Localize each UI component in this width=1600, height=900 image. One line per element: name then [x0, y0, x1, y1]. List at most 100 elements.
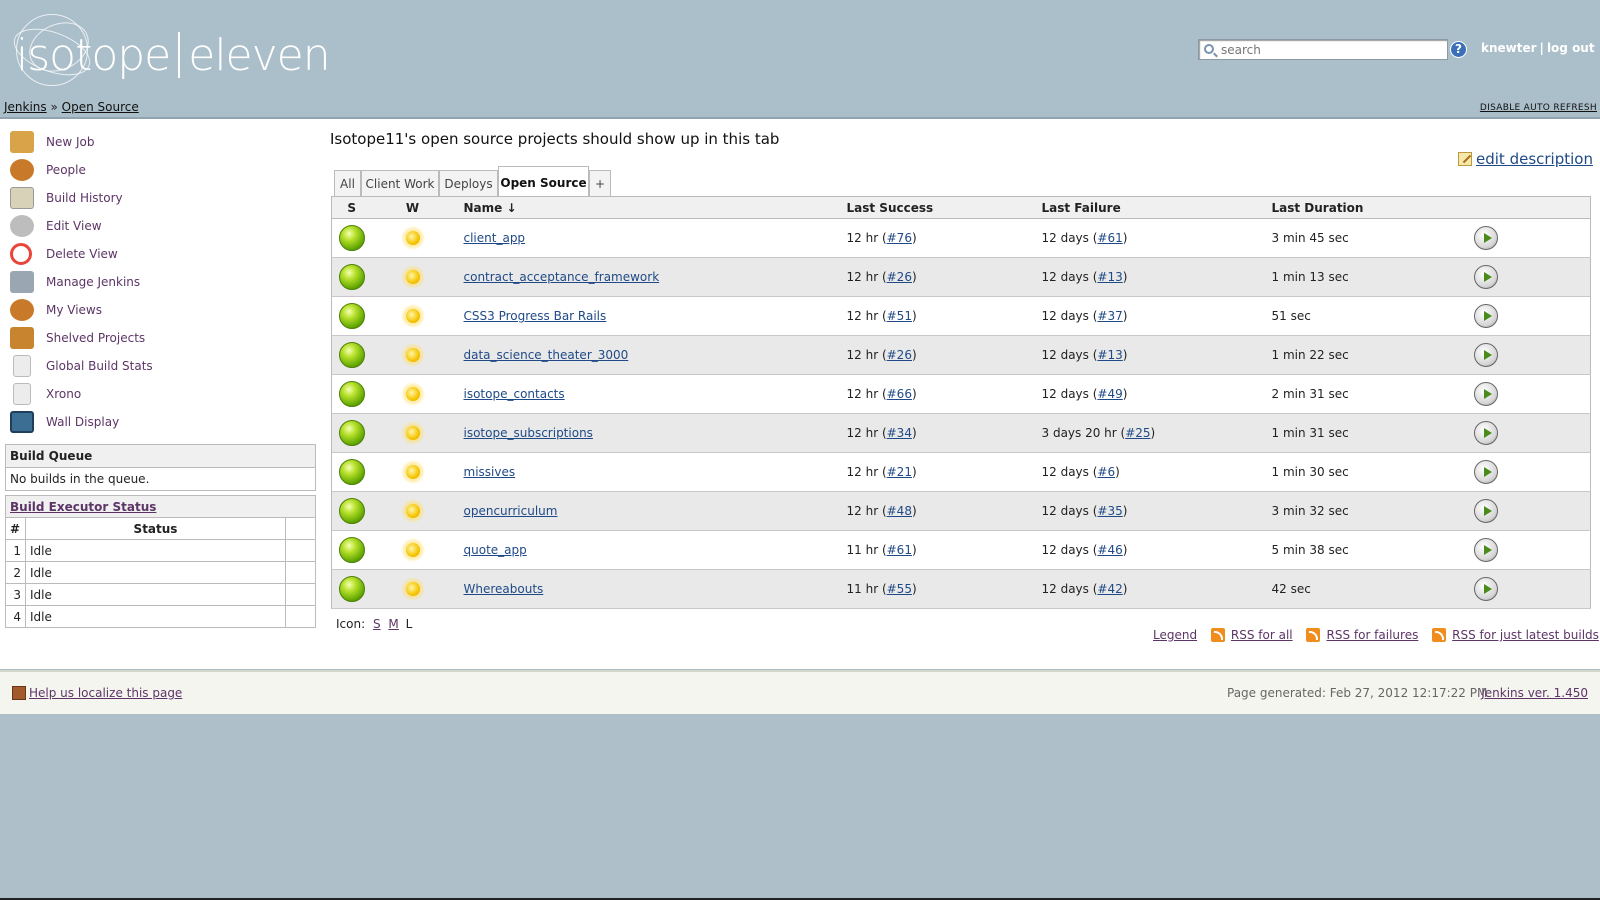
success-build-link[interactable]: #55: [887, 582, 912, 596]
task-label[interactable]: New Job: [46, 135, 95, 149]
tab-client-work[interactable]: Client Work: [361, 170, 439, 197]
success-build-link[interactable]: #21: [887, 465, 912, 479]
schedule-build-icon[interactable]: [1473, 343, 1498, 367]
task-edit-view[interactable]: Edit View: [10, 213, 310, 241]
schedule-build-icon[interactable]: [1473, 460, 1498, 484]
breadcrumb-open-source[interactable]: Open Source: [62, 100, 139, 114]
task-wall-display[interactable]: Wall Display: [10, 409, 310, 437]
task-build-history[interactable]: Build History: [10, 185, 310, 213]
status-ball-icon[interactable]: [338, 342, 365, 368]
task-xrono[interactable]: Xrono: [10, 381, 310, 409]
logout-link[interactable]: log out: [1547, 41, 1595, 55]
jenkins-version-link[interactable]: Jenkins ver. 1.450: [1481, 686, 1588, 700]
col-last-duration[interactable]: Last Duration: [1271, 196, 1474, 219]
success-build-link[interactable]: #48: [887, 504, 912, 518]
status-ball-icon[interactable]: [338, 576, 365, 602]
success-build-link[interactable]: #76: [887, 231, 912, 245]
legend-link[interactable]: Legend: [1153, 628, 1197, 642]
success-build-link[interactable]: #66: [887, 387, 912, 401]
search-input[interactable]: [1219, 41, 1444, 58]
schedule-build-icon[interactable]: [1473, 265, 1498, 289]
col-last-success[interactable]: Last Success: [846, 196, 1042, 219]
status-ball-icon[interactable]: [338, 420, 365, 446]
failure-build-link[interactable]: #37: [1097, 309, 1122, 323]
task-label[interactable]: My Views: [46, 303, 102, 317]
rss-latest-link[interactable]: RSS for just latest builds: [1452, 628, 1599, 642]
search-box[interactable]: [1198, 39, 1448, 60]
success-build-link[interactable]: #51: [887, 309, 912, 323]
job-link[interactable]: isotope_contacts: [464, 387, 565, 401]
task-label[interactable]: Delete View: [46, 247, 118, 261]
schedule-build-icon[interactable]: [1473, 538, 1498, 562]
job-link[interactable]: Whereabouts: [464, 582, 544, 596]
icon-size-medium[interactable]: M: [388, 617, 398, 631]
task-label[interactable]: Edit View: [46, 219, 102, 233]
task-label[interactable]: Wall Display: [46, 415, 119, 429]
failure-build-link[interactable]: #35: [1097, 504, 1122, 518]
failure-build-link[interactable]: #49: [1097, 387, 1122, 401]
status-ball-icon[interactable]: [338, 303, 365, 329]
task-manage-jenkins[interactable]: Manage Jenkins: [10, 269, 310, 297]
col-status[interactable]: S: [331, 196, 372, 219]
task-label[interactable]: Shelved Projects: [46, 331, 145, 345]
isotope-eleven-logo[interactable]: isotope eleven: [7, 13, 331, 94]
failure-build-link[interactable]: #46: [1097, 543, 1122, 557]
col-name[interactable]: Name ↓: [463, 196, 847, 219]
task-delete-view[interactable]: Delete View: [10, 241, 310, 269]
job-link[interactable]: quote_app: [464, 543, 527, 557]
failure-build-link[interactable]: #13: [1097, 348, 1122, 362]
localize-link[interactable]: Help us localize this page: [29, 686, 182, 700]
task-global-build-stats[interactable]: Global Build Stats: [10, 353, 310, 381]
breadcrumb-jenkins[interactable]: Jenkins: [4, 100, 47, 114]
executor-status-link[interactable]: Build Executor Status: [10, 500, 156, 514]
status-ball-icon[interactable]: [338, 459, 365, 485]
task-people[interactable]: People: [10, 157, 310, 185]
icon-size-small[interactable]: S: [373, 617, 381, 631]
schedule-build-icon[interactable]: [1473, 499, 1498, 523]
username-link[interactable]: knewter: [1481, 41, 1537, 55]
success-build-link[interactable]: #26: [887, 270, 912, 284]
tab-all[interactable]: All: [334, 170, 361, 197]
failure-build-link[interactable]: #13: [1097, 270, 1122, 284]
tab-open-source[interactable]: Open Source: [498, 166, 589, 198]
status-ball-icon[interactable]: [338, 537, 365, 563]
col-weather[interactable]: W: [371, 196, 454, 219]
job-link[interactable]: missives: [464, 465, 516, 479]
rss-failures-link[interactable]: RSS for failures: [1326, 628, 1418, 642]
tab-deploys[interactable]: Deploys: [439, 170, 498, 197]
task-label[interactable]: People: [46, 163, 86, 177]
col-last-failure[interactable]: Last Failure: [1041, 196, 1272, 219]
status-ball-icon[interactable]: [338, 381, 365, 407]
schedule-build-icon[interactable]: [1473, 226, 1498, 250]
task-label[interactable]: Xrono: [46, 387, 81, 401]
success-build-link[interactable]: #34: [887, 426, 912, 440]
rss-all-link[interactable]: RSS for all: [1231, 628, 1293, 642]
task-my-views[interactable]: My Views: [10, 297, 310, 325]
failure-build-link[interactable]: #61: [1097, 231, 1122, 245]
help-icon[interactable]: ?: [1450, 41, 1467, 58]
schedule-build-icon[interactable]: [1473, 304, 1498, 328]
job-link[interactable]: client_app: [464, 231, 526, 245]
task-label[interactable]: Build History: [46, 191, 123, 205]
task-label[interactable]: Manage Jenkins: [46, 275, 140, 289]
status-ball-icon[interactable]: [338, 498, 365, 524]
job-link[interactable]: CSS3 Progress Bar Rails: [464, 309, 607, 323]
task-new-job[interactable]: New Job: [10, 129, 310, 157]
task-shelved-projects[interactable]: Shelved Projects: [10, 325, 310, 353]
edit-description[interactable]: edit description: [1458, 150, 1593, 168]
schedule-build-icon[interactable]: [1473, 421, 1498, 445]
success-build-link[interactable]: #26: [887, 348, 912, 362]
schedule-build-icon[interactable]: [1473, 382, 1498, 406]
job-link[interactable]: data_science_theater_3000: [464, 348, 629, 362]
failure-build-link[interactable]: #42: [1097, 582, 1122, 596]
schedule-build-icon[interactable]: [1473, 577, 1498, 601]
job-link[interactable]: isotope_subscriptions: [464, 426, 593, 440]
success-build-link[interactable]: #61: [887, 543, 912, 557]
status-ball-icon[interactable]: [338, 225, 365, 251]
edit-description-link[interactable]: edit description: [1476, 150, 1593, 168]
tab-add-view[interactable]: +: [589, 170, 611, 197]
failure-build-link[interactable]: #25: [1125, 426, 1150, 440]
status-ball-icon[interactable]: [338, 264, 365, 290]
job-link[interactable]: contract_acceptance_framework: [464, 270, 660, 284]
failure-build-link[interactable]: #6: [1097, 465, 1115, 479]
